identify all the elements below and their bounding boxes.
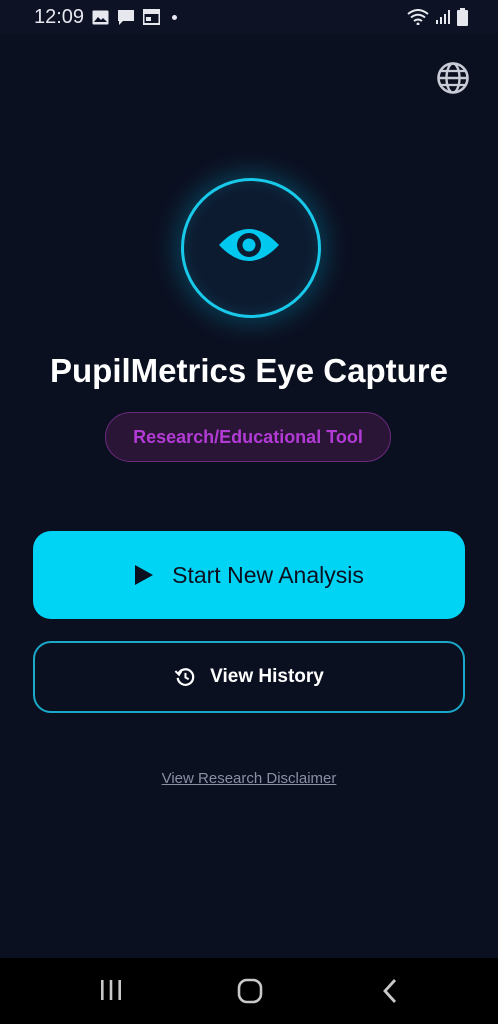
status-time: 12:09 <box>34 6 85 28</box>
language-button[interactable] <box>436 61 470 95</box>
notification-icons <box>92 8 177 26</box>
system-navigation-bar <box>0 958 498 1024</box>
more-notifications-dot <box>172 14 177 20</box>
view-history-button[interactable]: View History <box>33 641 465 713</box>
view-history-label: View History <box>210 666 324 687</box>
recent-apps-icon[interactable] <box>99 978 123 1002</box>
system-status-icons <box>407 7 468 27</box>
calendar-notification-icon <box>143 9 160 25</box>
back-icon[interactable] <box>380 978 400 1004</box>
eye-icon <box>219 229 279 261</box>
chat-notification-icon <box>118 9 134 25</box>
globe-icon <box>437 62 469 94</box>
status-bar: 12:09 <box>0 0 498 34</box>
wifi-icon <box>407 9 429 25</box>
app-title: PupilMetrics Eye Capture <box>50 352 448 389</box>
tool-type-badge: Research/Educational Tool <box>105 412 391 462</box>
history-icon <box>174 668 195 686</box>
signal-icon <box>436 10 450 24</box>
image-notification-icon <box>92 10 109 24</box>
play-icon <box>135 565 154 585</box>
start-new-analysis-button[interactable]: Start New Analysis <box>33 531 465 619</box>
start-new-analysis-label: Start New Analysis <box>172 561 364 588</box>
battery-icon <box>457 8 468 26</box>
home-icon[interactable] <box>237 978 263 1004</box>
app-logo <box>181 178 321 318</box>
research-disclaimer-link[interactable]: View Research Disclaimer <box>0 770 498 787</box>
